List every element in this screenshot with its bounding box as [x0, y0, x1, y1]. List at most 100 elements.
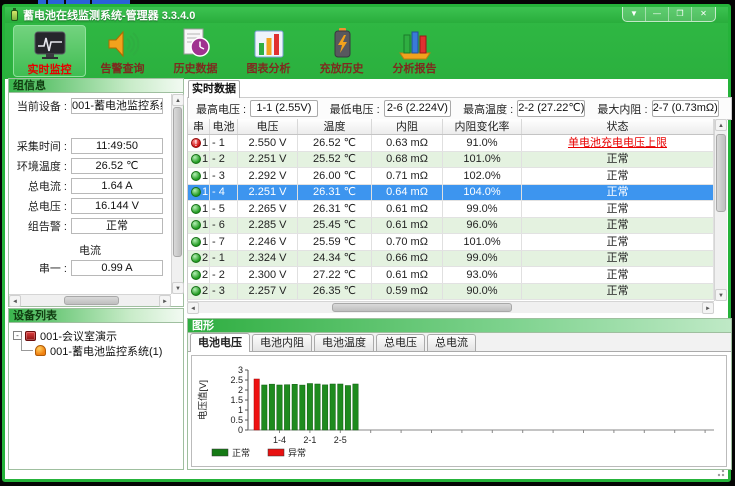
table-row[interactable]: 1- 42.251 V26.31 ℃0.64 mΩ104.0%正常: [188, 185, 714, 202]
battery-cell: - 5: [210, 201, 238, 217]
toolbar-item-analysis-report[interactable]: 分析报告: [378, 25, 451, 77]
graph-tab-total-voltage[interactable]: 总电压: [376, 334, 425, 351]
string-cell: 2: [188, 267, 210, 283]
resistance-cell: 0.61 mΩ: [372, 201, 443, 217]
column-header-2[interactable]: 电压: [238, 119, 298, 134]
bar-2-7: [353, 384, 358, 430]
bar-chart-icon: [250, 25, 288, 63]
table-row[interactable]: 1- 52.265 V26.31 ℃0.61 mΩ99.0%正常: [188, 201, 714, 218]
resize-grip[interactable]: [715, 467, 725, 477]
column-header-3[interactable]: 温度: [298, 119, 372, 134]
table-row[interactable]: 2- 32.257 V26.35 ℃0.59 mΩ90.0%正常: [188, 284, 714, 301]
voltage-cell: 2.257 V: [238, 284, 298, 300]
scroll-down-arrow-icon[interactable]: ▼: [715, 289, 727, 301]
toolbar-item-chart-analysis[interactable]: 图表分析: [232, 25, 305, 77]
resistance-cell: 0.61 mΩ: [372, 267, 443, 283]
toolbar-item-label: 实时监控: [28, 64, 72, 76]
graph-tab-battery-voltage[interactable]: 电池电压: [190, 333, 250, 352]
scrollbar-thumb[interactable]: [332, 303, 512, 312]
voltage-cell: 2.300 V: [238, 267, 298, 283]
table-row[interactable]: 2- 12.324 V24.34 ℃0.66 mΩ99.0%正常: [188, 251, 714, 268]
temp-cell: 26.00 ℃: [298, 168, 372, 184]
normal-status-icon: [191, 154, 201, 164]
scroll-left-arrow-icon[interactable]: ◄: [187, 302, 199, 314]
scroll-right-arrow-icon[interactable]: ►: [159, 295, 171, 307]
menu-button[interactable]: ▼: [623, 7, 646, 21]
status-cell: 正常: [522, 168, 714, 184]
toolbar-item-realtime-monitor[interactable]: 实时监控: [13, 25, 86, 77]
table-row[interactable]: 1- 72.246 V25.59 ℃0.70 mΩ101.0%正常: [188, 234, 714, 251]
column-header-5[interactable]: 内阻变化率: [443, 119, 522, 134]
string-cell: !1: [188, 135, 210, 151]
minimize-button[interactable]: —: [646, 7, 669, 21]
toolbar-item-label: 图表分析: [247, 63, 291, 75]
column-header-1[interactable]: 电池: [210, 119, 238, 134]
toolbar-item-charge-history[interactable]: 充放历史: [305, 25, 378, 77]
table-row[interactable]: !1- 12.550 V26.52 ℃0.63 mΩ91.0%单电池充电电压上限: [188, 135, 714, 152]
voltage-cell: 2.285 V: [238, 218, 298, 234]
total-current-value: 1.64 A: [71, 178, 163, 194]
scroll-left-arrow-icon[interactable]: ◄: [9, 295, 21, 307]
string-cell: 1: [188, 185, 210, 201]
rate-cell: 99.0%: [443, 201, 522, 217]
string-number: 2: [202, 284, 208, 300]
scrollbar-thumb[interactable]: [716, 134, 726, 212]
string-cell: 1: [188, 201, 210, 217]
group-info-horizontal-scrollbar[interactable]: ◄ ►: [9, 294, 171, 306]
status-cell: 正常: [522, 284, 714, 300]
scrollbar-thumb[interactable]: [64, 296, 119, 305]
column-header-0[interactable]: 串: [188, 119, 210, 134]
table-row[interactable]: 2- 22.300 V27.22 ℃0.61 mΩ93.0%正常: [188, 267, 714, 284]
string-number: 1: [202, 218, 208, 234]
table-vertical-scrollbar[interactable]: ▲ ▼: [714, 119, 727, 301]
scrollbar-thumb[interactable]: [173, 107, 182, 257]
scroll-up-arrow-icon[interactable]: ▲: [715, 119, 727, 131]
table-row[interactable]: 1- 22.251 V25.52 ℃0.68 mΩ101.0%正常: [188, 152, 714, 169]
graph-tab-battery-temp[interactable]: 电池温度: [314, 334, 374, 351]
column-header-6[interactable]: 状态: [522, 119, 714, 134]
status-cell: 单电池充电电压上限: [522, 135, 714, 151]
group-info-vertical-scrollbar[interactable]: ▲ ▼: [171, 94, 183, 294]
toolbar-item-alarm-query[interactable]: 告警查询: [86, 25, 159, 77]
scroll-right-arrow-icon[interactable]: ►: [702, 302, 714, 314]
normal-status-icon: [191, 187, 201, 197]
report-books-icon: [396, 25, 434, 63]
table-horizontal-scrollbar[interactable]: ◄ ►: [187, 301, 714, 313]
close-button[interactable]: ✕: [692, 7, 715, 21]
field-label: 总电流 :: [9, 178, 71, 194]
battery-cell: - 4: [210, 185, 238, 201]
string-cell: 1: [188, 234, 210, 250]
tab-realtime-data[interactable]: 实时数据: [188, 80, 240, 98]
graph-tab-total-current[interactable]: 总电流: [427, 334, 476, 351]
scroll-up-arrow-icon[interactable]: ▲: [172, 94, 184, 106]
bar-2-5: [338, 384, 343, 430]
string-cell: 1: [188, 218, 210, 234]
maximize-button[interactable]: ❐: [669, 7, 692, 21]
battery-cell: - 3: [210, 168, 238, 184]
string-cell: 2: [188, 251, 210, 267]
normal-status-icon: [191, 270, 201, 280]
toolbar-item-history-data[interactable]: 历史数据: [159, 25, 232, 77]
string-number: 1: [202, 201, 208, 217]
device-tree-child-node[interactable]: 001-蓄电池监控系统(1): [13, 343, 181, 358]
device-tree-child-label: 001-蓄电池监控系统(1): [50, 343, 162, 359]
normal-status-icon: [191, 286, 201, 296]
field-row-group-alarm: 组告警 :正常: [9, 218, 171, 234]
graph-tab-battery-resistance[interactable]: 电池内阻: [252, 334, 312, 351]
field-row-current-device: 当前设备 :001-蓄电池监控系统: [9, 98, 171, 114]
current-device-value[interactable]: 001-蓄电池监控系统: [71, 98, 163, 114]
device-tree-root-node[interactable]: - 001-会议室演示: [13, 328, 181, 343]
toolbar-item-label: 充放历史: [320, 63, 364, 75]
rate-cell: 96.0%: [443, 218, 522, 234]
scroll-down-arrow-icon[interactable]: ▼: [172, 282, 184, 294]
column-header-4[interactable]: 内阻: [372, 119, 443, 134]
table-row[interactable]: 1- 62.285 V25.45 ℃0.61 mΩ96.0%正常: [188, 218, 714, 235]
rate-cell: 90.0%: [443, 284, 522, 300]
collect-time-value: 11:49:50: [71, 138, 163, 154]
table-row[interactable]: 1- 32.292 V26.00 ℃0.71 mΩ102.0%正常: [188, 168, 714, 185]
field-label: 当前设备 :: [9, 98, 71, 114]
x-tick-label: 1-4: [273, 435, 286, 445]
resistance-cell: 0.63 mΩ: [372, 135, 443, 151]
max-voltage-label: 最高电压 :: [196, 101, 246, 117]
group-alarm-value: 正常: [71, 218, 163, 234]
